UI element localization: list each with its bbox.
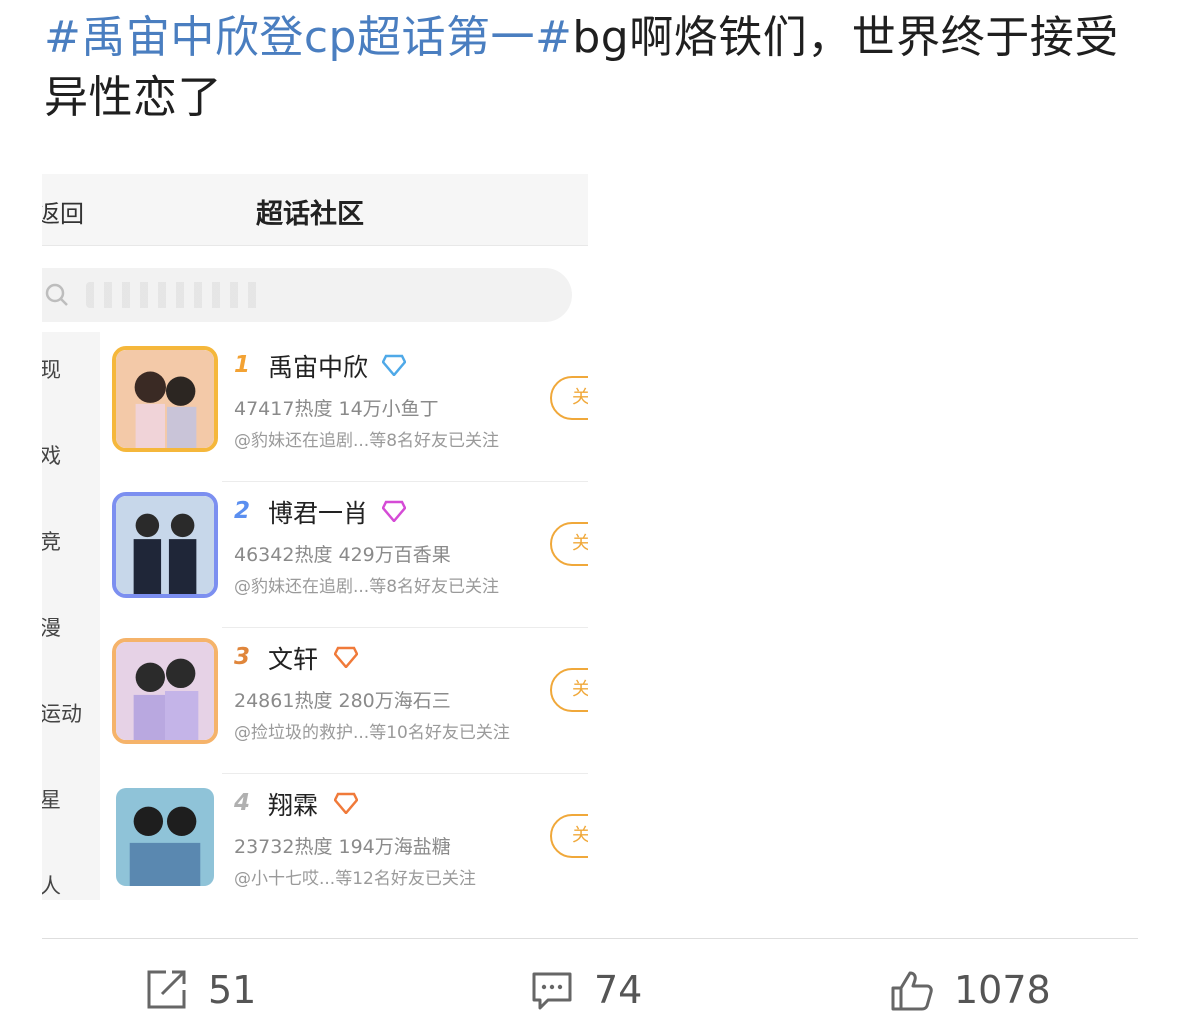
topic-name: 翔霖 <box>268 791 319 820</box>
topic-row[interactable]: 3 文轩 24861热度 280万海石三 @捡垃圾的救护...等10名好友已关注… <box>112 628 588 774</box>
follow-button[interactable]: 关 <box>550 668 588 712</box>
category-item: 运动 <box>42 702 82 726</box>
rank-number: 1 <box>234 352 251 378</box>
comment-button[interactable]: 74 <box>530 966 642 1014</box>
search-icon <box>45 283 68 306</box>
topic-avatar <box>112 638 218 744</box>
topic-row[interactable]: 4 翔霖 23732热度 194万海盐糖 @小十七哎...等12名好友已关注 关 <box>112 774 588 900</box>
rank-number: 3 <box>234 644 251 670</box>
comment-count: 74 <box>594 968 643 1012</box>
screenshot-header: 返回 超话社区 <box>42 174 588 246</box>
topic-avatar <box>112 492 218 598</box>
post-text: #禹宙中欣登cp超话第一#bg啊烙铁们，世界终于接受异性恋了 <box>44 8 1144 128</box>
share-count: 51 <box>208 968 257 1012</box>
friends-following: @小十七哎...等12名好友已关注 <box>234 869 476 889</box>
diamond-badge-icon <box>382 500 406 522</box>
topic-link[interactable]: #禹宙中欣登cp超话第一# <box>44 12 572 63</box>
category-item: 现 <box>42 358 61 382</box>
diamond-badge-icon <box>334 646 358 668</box>
share-icon <box>147 970 186 1009</box>
topic-name: 禹宙中欣 <box>268 353 369 382</box>
topic-name: 文轩 <box>268 645 319 674</box>
like-count: 1078 <box>954 968 1051 1012</box>
category-item: 人 <box>42 874 61 898</box>
category-item: 戏 <box>42 444 61 468</box>
search-bar <box>42 268 572 322</box>
embedded-screenshot[interactable]: 返回 超话社区 现 戏 竞 漫 运动 星 人 1 禹宙中欣 47417热度 14… <box>42 174 588 900</box>
category-item: 漫 <box>42 616 61 640</box>
follow-button[interactable]: 关 <box>550 814 588 858</box>
friends-following: @豹妹还在追剧...等8名好友已关注 <box>234 577 500 597</box>
topic-avatar <box>112 784 218 890</box>
category-item: 星 <box>42 788 61 812</box>
friends-following: @豹妹还在追剧...等8名好友已关注 <box>234 431 500 451</box>
rank-number: 4 <box>234 790 251 816</box>
friends-following: @捡垃圾的救护...等10名好友已关注 <box>234 723 510 743</box>
thumbs-up-icon <box>891 971 933 1011</box>
search-placeholder-blurred <box>86 282 266 308</box>
like-button[interactable]: 1078 <box>890 966 1051 1014</box>
topic-name: 博君一肖 <box>268 499 369 528</box>
follow-button[interactable]: 关 <box>550 522 588 566</box>
diamond-badge-icon <box>382 354 406 376</box>
action-bar-divider <box>42 938 1138 939</box>
screenshot-title: 超话社区 <box>256 199 364 230</box>
comment-icon <box>532 972 572 1010</box>
back-label: 返回 <box>42 200 84 228</box>
category-item: 竞 <box>42 530 61 554</box>
rank-number: 2 <box>234 498 251 524</box>
topic-stats: 47417热度 14万小鱼丁 <box>234 398 439 420</box>
topic-row[interactable]: 1 禹宙中欣 47417热度 14万小鱼丁 @豹妹还在追剧...等8名好友已关注… <box>112 336 588 482</box>
follow-button[interactable]: 关 <box>550 376 588 420</box>
topic-stats: 24861热度 280万海石三 <box>234 690 451 712</box>
topic-stats: 23732热度 194万海盐糖 <box>234 836 451 858</box>
topic-avatar <box>112 346 218 452</box>
category-sidebar: 现 戏 竞 漫 运动 星 人 <box>42 332 100 900</box>
share-button[interactable]: 51 <box>144 966 256 1014</box>
topic-stats: 46342热度 429万百香果 <box>234 544 451 566</box>
topic-row[interactable]: 2 博君一肖 46342热度 429万百香果 @豹妹还在追剧...等8名好友已关… <box>112 482 588 628</box>
diamond-badge-icon <box>334 792 358 814</box>
